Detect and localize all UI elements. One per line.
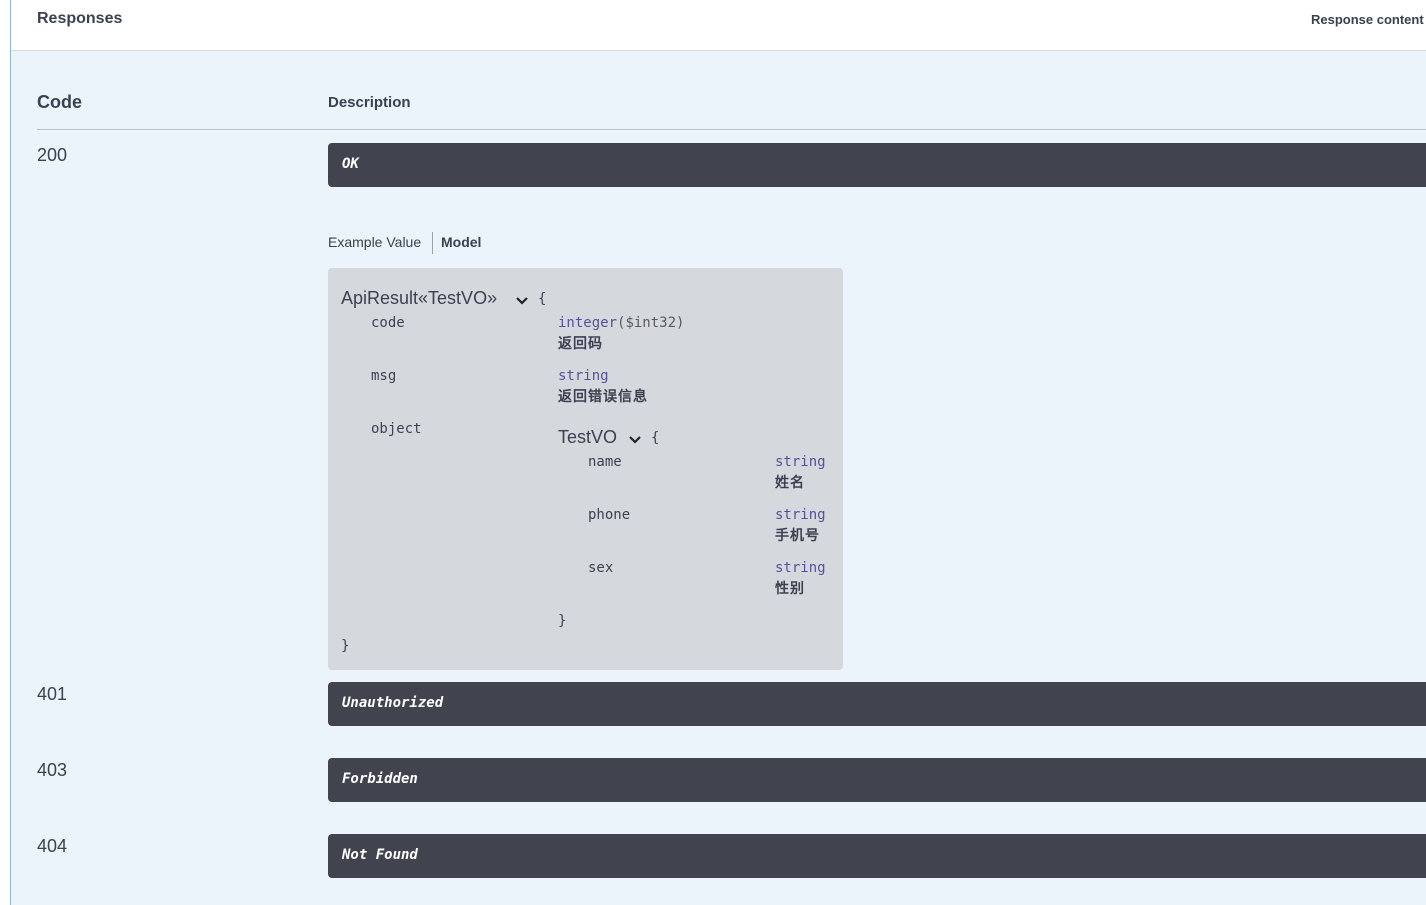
model-schema-box: ApiResult«TestVO» { code integer($int32)… bbox=[328, 268, 843, 670]
response-description-404: Not Found bbox=[328, 834, 1426, 878]
header-divider bbox=[37, 129, 1426, 130]
model-title[interactable]: ApiResult«TestVO» bbox=[341, 288, 497, 309]
code-column-header: Code bbox=[37, 92, 82, 112]
nested-field-name-phone: phone bbox=[588, 507, 631, 523]
response-description-text: Unauthorized bbox=[342, 695, 444, 711]
responses-header: Responses Response content bbox=[11, 0, 1426, 51]
response-description-200: OK bbox=[328, 143, 1426, 187]
response-description-text: Not Found bbox=[342, 847, 418, 863]
nested-model-title[interactable]: TestVO bbox=[558, 427, 617, 448]
tab-divider bbox=[432, 232, 433, 254]
description-column-header: Description bbox=[328, 94, 411, 111]
response-description-401: Unauthorized bbox=[328, 682, 1426, 726]
type-format: ($int32) bbox=[617, 315, 685, 331]
nested-field-type-name: string bbox=[775, 454, 826, 470]
response-content-type-label: Response content bbox=[1311, 12, 1424, 27]
response-description-text: Forbidden bbox=[342, 771, 418, 787]
field-description-code: 返回码 bbox=[558, 336, 603, 352]
chevron-down-icon[interactable] bbox=[628, 435, 642, 445]
nested-field-type-sex: string bbox=[775, 560, 826, 576]
responses-panel: Responses Response content Code Descript… bbox=[10, 0, 1426, 905]
nested-open-brace: { bbox=[651, 430, 660, 446]
nested-close-brace: } bbox=[558, 613, 567, 629]
response-code-401: 401 bbox=[37, 684, 68, 704]
model-close-brace: } bbox=[341, 638, 350, 654]
chevron-down-icon[interactable] bbox=[515, 296, 529, 306]
response-code-404: 404 bbox=[37, 836, 68, 856]
nested-field-name-sex: sex bbox=[588, 560, 614, 576]
model-open-brace: { bbox=[538, 291, 547, 307]
response-code-200: 200 bbox=[37, 145, 68, 165]
nested-field-type-phone: string bbox=[775, 507, 826, 523]
response-description-403: Forbidden bbox=[328, 758, 1426, 802]
field-name-object: object bbox=[371, 421, 422, 437]
response-description-text: OK bbox=[342, 156, 359, 172]
nested-field-name-name: name bbox=[588, 454, 622, 470]
nested-field-description-phone: 手机号 bbox=[775, 528, 820, 544]
nested-field-description-name: 姓名 bbox=[775, 475, 805, 491]
tab-model[interactable]: Model bbox=[441, 234, 481, 250]
response-code-403: 403 bbox=[37, 760, 68, 780]
field-name-code: code bbox=[371, 315, 405, 331]
field-type-msg: string bbox=[558, 368, 609, 384]
type-label: integer bbox=[558, 315, 618, 331]
field-type-code: integer($int32) bbox=[558, 315, 684, 331]
responses-title: Responses bbox=[37, 10, 123, 27]
field-name-msg: msg bbox=[371, 368, 397, 384]
field-description-msg: 返回错误信息 bbox=[558, 389, 648, 405]
tab-example-value[interactable]: Example Value bbox=[328, 234, 421, 250]
nested-field-description-sex: 性别 bbox=[775, 581, 805, 597]
